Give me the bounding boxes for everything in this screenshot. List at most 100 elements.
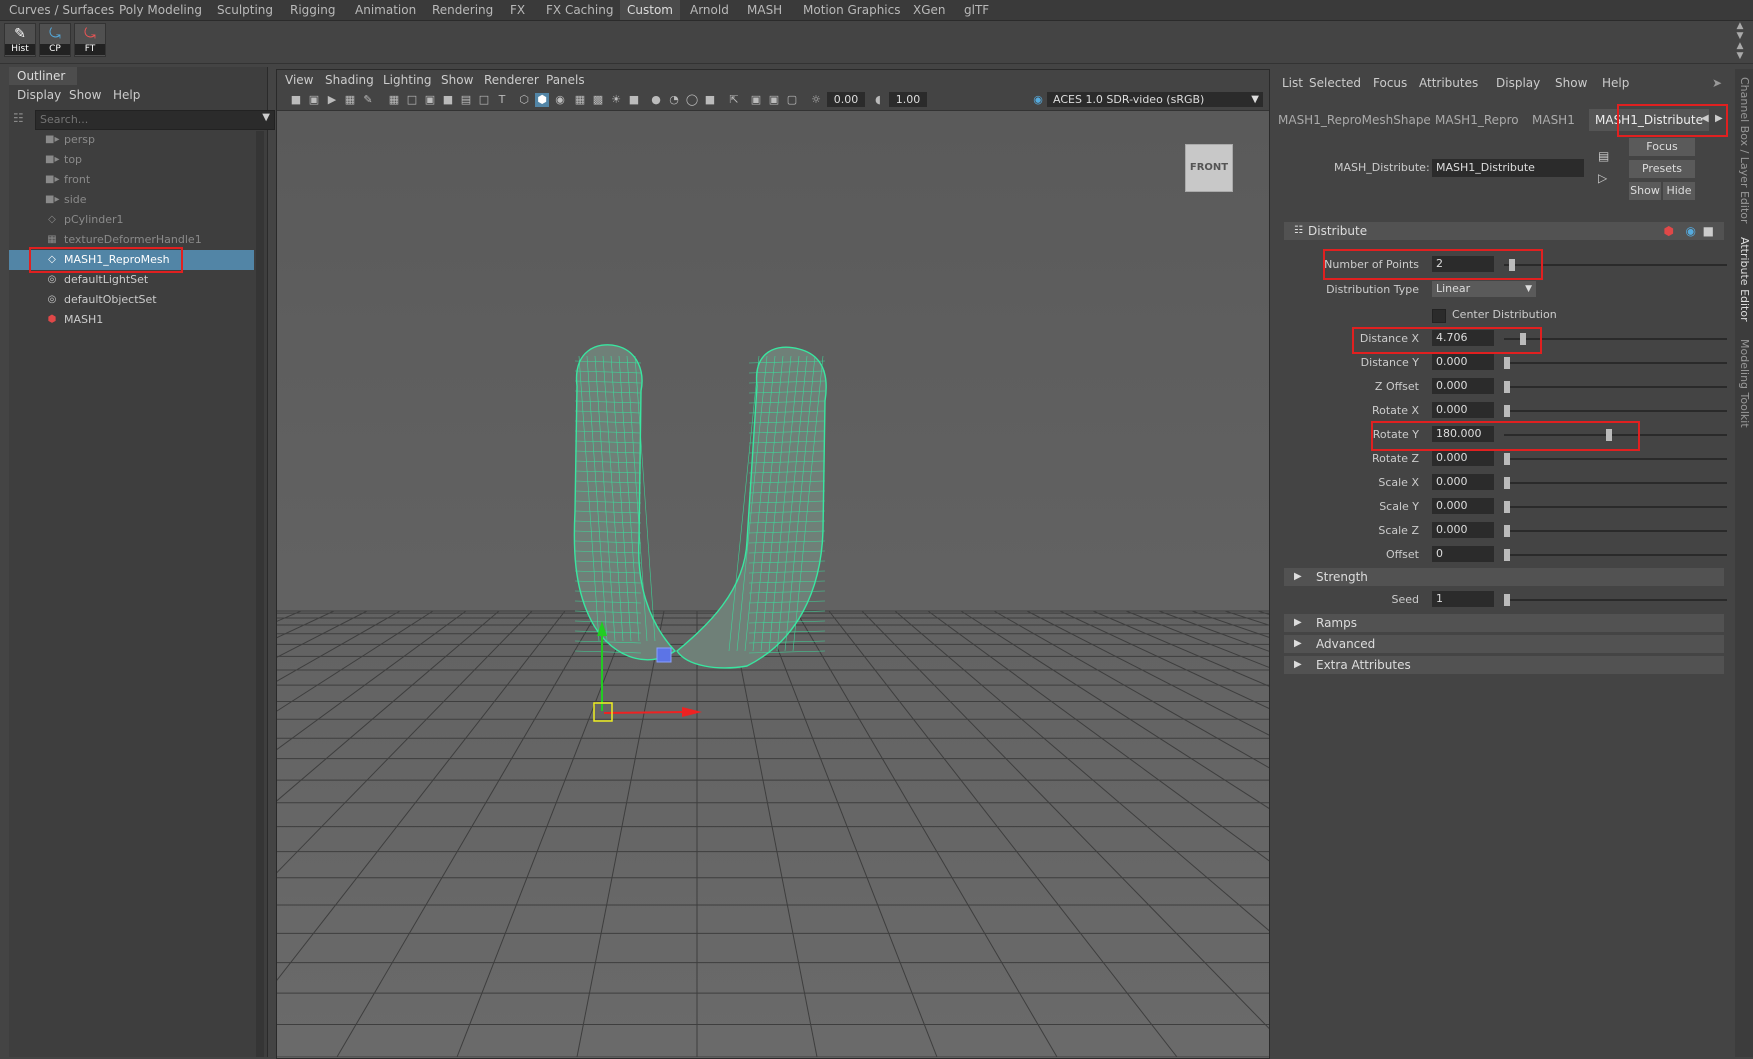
shelf-tab-fx-caching[interactable]: FX Caching xyxy=(539,0,620,20)
resolution-gate-icon[interactable]: ▣ xyxy=(423,93,437,107)
offset-field[interactable]: 0 xyxy=(1432,546,1494,562)
distance-y-field[interactable]: 0.000 xyxy=(1432,354,1494,370)
shadows-icon[interactable]: ■ xyxy=(627,93,641,107)
z-offset-slider[interactable] xyxy=(1504,386,1727,388)
outliner-item-pcylinder1[interactable]: ◇ pCylinder1 xyxy=(9,210,254,230)
manip-plane-handle[interactable] xyxy=(656,647,672,663)
depth-of-field-icon[interactable]: ■ xyxy=(703,93,717,107)
ae-menu-show[interactable]: Show xyxy=(1555,76,1587,90)
scale-x-field[interactable]: 0.000 xyxy=(1432,474,1494,490)
pin-icon[interactable]: ➤ xyxy=(1712,76,1722,90)
scale-x-handle[interactable] xyxy=(1504,477,1510,489)
scale-z-slider[interactable] xyxy=(1504,530,1727,532)
z-offset-handle[interactable] xyxy=(1504,381,1510,393)
outliner-item-default-object-set[interactable]: ◎ defaultObjectSet xyxy=(9,290,254,310)
ae-menu-help[interactable]: Help xyxy=(1602,76,1629,90)
tab-mash1[interactable]: MASH1 xyxy=(1532,109,1575,131)
rotate-x-field[interactable]: 0.000 xyxy=(1432,402,1494,418)
node-name-field[interactable]: MASH1_Distribute xyxy=(1432,159,1584,177)
ramps-section-header[interactable]: ▶ Ramps xyxy=(1284,614,1724,632)
shelf-tab-arnold[interactable]: Arnold xyxy=(683,0,736,20)
outliner-search[interactable]: ▼ xyxy=(35,110,275,130)
smooth-shade-icon[interactable]: ⬢ xyxy=(535,93,549,107)
side-tab-channel-box[interactable]: Channel Box / Layer Editor xyxy=(1738,77,1751,224)
manip-x-axis[interactable] xyxy=(603,711,688,714)
rotate-x-handle[interactable] xyxy=(1504,405,1510,417)
ft-button[interactable]: ⤿ FT xyxy=(74,23,106,57)
field-chart-icon[interactable]: ▤ xyxy=(459,93,473,107)
focus-input-icon[interactable]: ▤ xyxy=(1598,149,1609,163)
distance-y-handle[interactable] xyxy=(1504,357,1510,369)
tab-mash1-repromeshshape[interactable]: MASH1_ReproMeshShape xyxy=(1278,109,1431,131)
view-cube[interactable]: FRONT xyxy=(1185,144,1233,192)
presets-button[interactable]: Presets xyxy=(1629,160,1695,178)
shelf-tab-custom[interactable]: Custom xyxy=(620,0,680,20)
shelf-tab-rendering[interactable]: Rendering xyxy=(425,0,500,20)
rotate-z-field[interactable]: 0.000 xyxy=(1432,450,1494,466)
outliner-title[interactable]: Outliner xyxy=(9,67,77,85)
side-tab-modeling-toolkit[interactable]: Modeling Toolkit xyxy=(1738,339,1751,428)
xray-joints-icon[interactable]: ▣ xyxy=(749,93,763,107)
filter-icon[interactable]: ☷ xyxy=(13,111,27,125)
shelf-tab-animation[interactable]: Animation xyxy=(348,0,423,20)
seed-field[interactable]: 1 xyxy=(1432,591,1494,607)
scale-x-slider[interactable] xyxy=(1504,482,1727,484)
viewport-menu-renderer[interactable]: Renderer xyxy=(484,73,539,87)
outliner-menu-display[interactable]: Display xyxy=(17,88,61,102)
outliner-item-top[interactable]: ■▸ top xyxy=(9,150,254,170)
outliner-item-front[interactable]: ■▸ front xyxy=(9,170,254,190)
ae-menu-selected[interactable]: Selected xyxy=(1309,76,1361,90)
chevron-down-icon[interactable]: ▼ xyxy=(262,112,270,123)
viewport-menu-show[interactable]: Show xyxy=(441,73,473,87)
outliner-item-mash1[interactable]: ⬢ MASH1 xyxy=(9,310,254,330)
backface-icon[interactable]: ▢ xyxy=(785,93,799,107)
gate-mask-icon[interactable]: ■ xyxy=(441,93,455,107)
center-distribution-checkbox[interactable] xyxy=(1432,309,1446,323)
exposure-icon[interactable]: ☼ xyxy=(809,93,823,107)
tab-mash1-repro[interactable]: MASH1_Repro xyxy=(1435,109,1519,131)
xray-icon[interactable]: ▩ xyxy=(591,93,605,107)
light-icon[interactable]: ☀ xyxy=(609,93,623,107)
focus-button[interactable]: Focus xyxy=(1629,138,1695,156)
rotate-x-slider[interactable] xyxy=(1504,410,1727,412)
color-management-icon[interactable]: ◉ xyxy=(1031,93,1045,107)
viewport-menu-view[interactable]: View xyxy=(285,73,313,87)
cp-button[interactable]: ⤿ CP xyxy=(39,23,71,57)
shelf-tab-fx[interactable]: FX xyxy=(503,0,532,20)
scale-z-handle[interactable] xyxy=(1504,525,1510,537)
side-tab-attribute-editor[interactable]: Attribute Editor xyxy=(1738,237,1751,322)
offset-slider[interactable] xyxy=(1504,554,1727,556)
motion-blur-icon[interactable]: ◔ xyxy=(667,93,681,107)
scale-y-field[interactable]: 0.000 xyxy=(1432,498,1494,514)
camera-icon[interactable]: ■ xyxy=(289,93,303,107)
film-gate-icon[interactable]: □ xyxy=(405,93,419,107)
shelf-tab-sculpting[interactable]: Sculpting xyxy=(210,0,280,20)
gamma-icon[interactable]: ◖ xyxy=(871,93,885,107)
grid-icon[interactable]: ▦ xyxy=(387,93,401,107)
isolate-select-icon[interactable]: ⇱ xyxy=(727,93,741,107)
hist-button[interactable]: ✎ Hist xyxy=(4,23,36,57)
wireframe-icon[interactable]: ⬡ xyxy=(517,93,531,107)
advanced-section-header[interactable]: ▶ Advanced xyxy=(1284,635,1724,653)
outliner-menu-help[interactable]: Help xyxy=(113,88,140,102)
mash-node-icon[interactable]: ⬢ xyxy=(1664,222,1674,240)
trash-icon[interactable]: ■ xyxy=(1703,222,1714,240)
shelf-tab-xgen[interactable]: XGen xyxy=(906,0,953,20)
shelf-scroll-icon[interactable]: ▲ ▼ ▲ ▼ xyxy=(1733,21,1747,61)
outliner-item-persp[interactable]: ■▸ persp xyxy=(9,130,254,150)
exposure-field[interactable]: 0.00 xyxy=(827,92,865,107)
toggle-icon[interactable]: ◉ xyxy=(1686,222,1696,240)
show-button[interactable]: Show xyxy=(1629,182,1661,200)
extra-attributes-section-header[interactable]: ▶ Extra Attributes xyxy=(1284,656,1724,674)
hide-button[interactable]: Hide xyxy=(1663,182,1695,200)
scale-y-handle[interactable] xyxy=(1504,501,1510,513)
strength-section-header[interactable]: ▶ Strength xyxy=(1284,568,1724,586)
shelf-tab-gltf[interactable]: glTF xyxy=(957,0,996,20)
grease-pencil-icon[interactable]: ✎ xyxy=(361,93,375,107)
distribute-section-header[interactable]: ☷ Distribute ⬢ ◉ ■ xyxy=(1284,222,1724,240)
xray-active-icon[interactable]: ▣ xyxy=(767,93,781,107)
image-plane-icon[interactable]: ▦ xyxy=(343,93,357,107)
outliner-menu-show[interactable]: Show xyxy=(69,88,101,102)
seed-slider[interactable] xyxy=(1504,599,1727,601)
scale-z-field[interactable]: 0.000 xyxy=(1432,522,1494,538)
